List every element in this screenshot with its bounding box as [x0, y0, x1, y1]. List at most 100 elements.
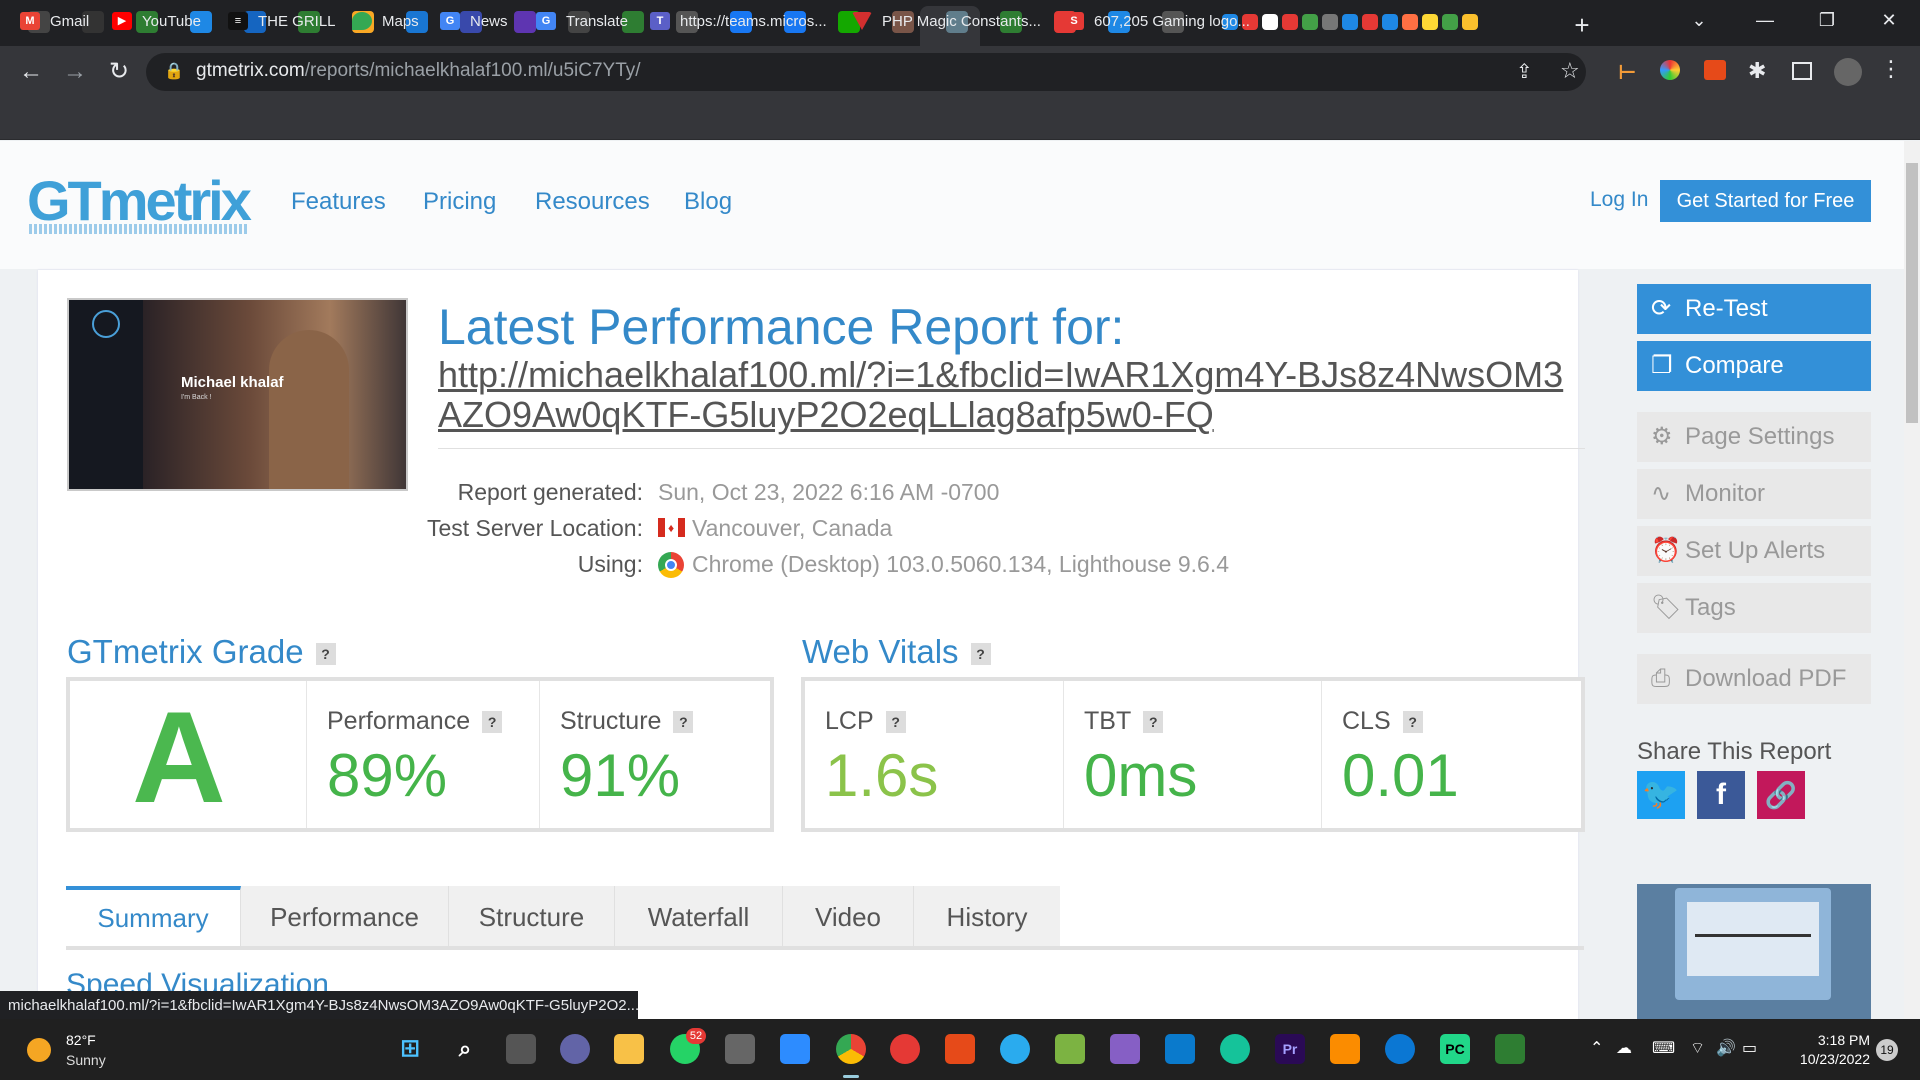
chevron-up-icon[interactable]: ⌃ — [1590, 1038, 1603, 1058]
tab-performance[interactable]: Performance — [241, 886, 449, 948]
pinned-tab-favicon-icon[interactable] — [1462, 14, 1478, 30]
chat-icon[interactable] — [560, 1034, 590, 1064]
back-icon[interactable]: ← — [16, 58, 46, 86]
monitor-button[interactable]: ∿ Monitor — [1637, 469, 1871, 519]
bookmark-the-grill[interactable]: ≡ THE GRILL — [228, 8, 336, 34]
link-share-icon[interactable]: 🔗 — [1757, 771, 1805, 819]
menu-kebab-icon[interactable]: ⋮ — [1880, 56, 1902, 82]
pycharm-icon[interactable]: PC — [1440, 1034, 1470, 1064]
new-tab-icon[interactable]: + — [1567, 10, 1597, 41]
pinned-tab-favicon-icon[interactable] — [1442, 14, 1458, 30]
file-explorer-icon[interactable] — [614, 1034, 644, 1064]
close-window-icon[interactable]: ✕ — [1874, 10, 1904, 31]
search-icon[interactable]: ⌕ — [450, 1034, 480, 1064]
color-extension-icon[interactable] — [1660, 60, 1680, 80]
address-text[interactable]: gtmetrix.com/reports/michaelkhalaf100.ml… — [196, 60, 641, 82]
visual-studio-icon[interactable] — [1110, 1034, 1140, 1064]
telegram-icon[interactable] — [1000, 1034, 1030, 1064]
nav-blog[interactable]: Blog — [684, 188, 732, 216]
pinned-tab-favicon-icon[interactable] — [1282, 14, 1298, 30]
bookmark-php[interactable]: PHP Magic Constants... — [852, 8, 1041, 34]
bookmark-translate[interactable]: G Translate — [536, 8, 628, 34]
cls-help-icon[interactable]: ? — [1402, 711, 1423, 734]
lock-icon[interactable]: 🔒 — [164, 61, 184, 81]
bookmark-gaming-logo[interactable]: S 607,205 Gaming logo... — [1064, 8, 1250, 34]
bookmark-gmail[interactable]: M Gmail — [20, 8, 89, 34]
page-settings-button[interactable]: ⚙ Page Settings — [1637, 412, 1871, 462]
pinned-tab-favicon-icon[interactable] — [1262, 14, 1278, 30]
set-up-alerts-button[interactable]: ⏰ Set Up Alerts — [1637, 526, 1871, 576]
office-icon[interactable] — [945, 1034, 975, 1064]
avatar[interactable] — [1834, 58, 1862, 86]
tab-structure[interactable]: Structure — [449, 886, 615, 948]
pinned-tab-favicon-icon[interactable] — [1362, 14, 1378, 30]
media-player-icon[interactable] — [890, 1034, 920, 1064]
wifi-icon[interactable]: ⌔ — [1690, 1038, 1705, 1058]
extension-2-icon[interactable] — [1704, 60, 1726, 80]
notification-badge[interactable]: 19 — [1876, 1039, 1898, 1061]
pinned-tab-favicon-icon[interactable] — [1322, 14, 1338, 30]
tab-history[interactable]: History — [914, 886, 1060, 948]
get-started-button[interactable]: Get Started for Free — [1660, 180, 1871, 222]
volume-icon[interactable]: 🔊 — [1716, 1038, 1736, 1058]
tags-button[interactable]: 🏷 Tags — [1637, 583, 1871, 633]
pinned-tab-favicon-icon[interactable] — [1422, 14, 1438, 30]
puzzle-icon[interactable]: ✱ — [1748, 58, 1766, 84]
task-view-icon[interactable] — [506, 1034, 536, 1064]
vitals-help-icon[interactable]: ? — [970, 643, 991, 666]
bookmark-news[interactable]: G News — [440, 8, 508, 34]
extension-icon[interactable]: ⊢ — [1618, 60, 1636, 84]
keyboard-icon[interactable]: ⌨ — [1652, 1038, 1675, 1058]
tab-video[interactable]: Video — [783, 886, 914, 948]
nav-resources[interactable]: Resources — [535, 188, 650, 216]
login-link[interactable]: Log In — [1590, 188, 1648, 212]
vscode-icon[interactable] — [1165, 1034, 1195, 1064]
retest-button[interactable]: ⟳ Re-Test — [1637, 284, 1871, 334]
cloud-icon[interactable]: ☁ — [1616, 1038, 1632, 1058]
chrome-taskbar-icon[interactable] — [836, 1034, 866, 1064]
pinned-tab-favicon-icon[interactable] — [1302, 14, 1318, 30]
bookmark-youtube[interactable]: ▶ YouTube — [112, 8, 201, 34]
tab-summary[interactable]: Summary — [66, 886, 241, 948]
page-screenshot-thumbnail[interactable]: Michael khalaf I'm Back ! — [67, 298, 408, 491]
bookmark-star-icon[interactable]: ☆ — [1560, 58, 1580, 84]
tab-favicon-icon[interactable] — [514, 11, 536, 33]
tab-search-icon[interactable]: ⌄ — [1684, 10, 1714, 31]
edge-icon[interactable] — [1385, 1034, 1415, 1064]
start-icon[interactable]: ⊞ — [395, 1034, 425, 1064]
report-url-link[interactable]: http://michaelkhalaf100.ml/?i=1&fbclid=I… — [438, 355, 1578, 435]
reload-icon[interactable]: ↻ — [104, 58, 134, 86]
restore-icon[interactable]: ❐ — [1812, 10, 1842, 31]
pinned-tab-favicon-icon[interactable] — [1342, 14, 1358, 30]
calculator-icon[interactable] — [725, 1034, 755, 1064]
sun-icon[interactable] — [27, 1038, 51, 1062]
share-icon[interactable]: ⇪ — [1516, 59, 1533, 84]
download-pdf-button[interactable]: ⎙ Download PDF — [1637, 654, 1871, 704]
pinned-tab-favicon-icon[interactable] — [1382, 14, 1398, 30]
tab-waterfall[interactable]: Waterfall — [615, 886, 783, 948]
xampp-icon[interactable] — [1330, 1034, 1360, 1064]
sidepanel-icon[interactable] — [1792, 62, 1812, 80]
bookmark-maps[interactable]: Maps — [352, 8, 419, 34]
tbt-help-icon[interactable]: ? — [1143, 711, 1164, 734]
bookmark-teams[interactable]: Thttps://teams.micros... — [650, 8, 827, 34]
lcp-help-icon[interactable]: ? — [885, 711, 906, 734]
weather-temp[interactable]: 82°F — [66, 1032, 96, 1048]
app-icon[interactable] — [1495, 1034, 1525, 1064]
clock[interactable]: 3:18 PM 10/23/2022 — [1770, 1031, 1870, 1069]
monitor-promo-banner[interactable] — [1637, 884, 1871, 1024]
nav-pricing[interactable]: Pricing — [423, 188, 496, 216]
minimize-icon[interactable]: — — [1750, 10, 1780, 31]
nav-features[interactable]: Features — [291, 188, 386, 216]
premiere-icon[interactable]: Pr — [1275, 1034, 1305, 1064]
twitter-share-icon[interactable]: 🐦 — [1637, 771, 1685, 819]
scrollbar-thumb[interactable] — [1906, 163, 1918, 423]
battery-icon[interactable]: ▭ — [1742, 1038, 1757, 1058]
gtmetrix-logo[interactable]: GTmetrix — [27, 168, 252, 234]
performance-help-icon[interactable]: ? — [482, 711, 503, 734]
forward-icon[interactable]: → — [60, 58, 90, 86]
zoom-icon[interactable] — [780, 1034, 810, 1064]
facebook-share-icon[interactable]: f — [1697, 771, 1745, 819]
bluestacks-icon[interactable] — [1055, 1034, 1085, 1064]
weather-desc[interactable]: Sunny — [66, 1052, 106, 1068]
